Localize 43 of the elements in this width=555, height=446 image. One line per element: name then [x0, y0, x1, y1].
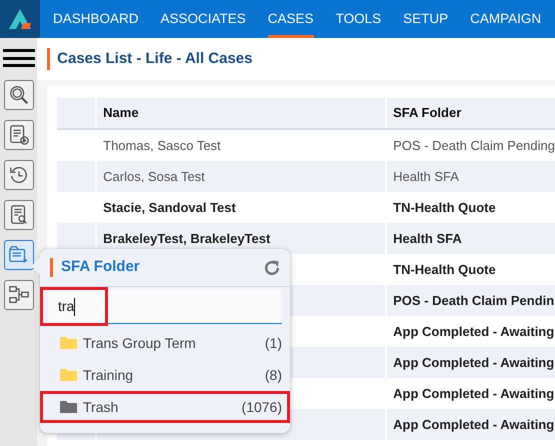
table-row[interactable]: Carlos, Sosa Test Health SFA — [57, 161, 555, 192]
table-cell-text: Carlos, Sosa Test — [103, 168, 205, 186]
folder-icon — [60, 400, 77, 414]
nav-tab[interactable]: DASHBOARD — [53, 0, 139, 38]
column-header: Name — [97, 98, 388, 128]
table-cell-text: App Completed - Awaiting — [393, 322, 554, 341]
document-add-icon — [8, 124, 30, 146]
table-cell-text: Stacie, Sandoval Test — [103, 198, 236, 217]
nav-tab[interactable]: TOOLS — [336, 0, 382, 38]
table-cell-text: BrakeleyTest, BrakeleyTest — [103, 230, 270, 248]
nav-tab[interactable]: SETUP — [403, 0, 448, 38]
table-cell-text: POS - Death Claim Pending — [393, 136, 555, 155]
table-cell-text: Health SFA — [393, 230, 462, 248]
sidebar-button[interactable] — [4, 160, 34, 190]
table-cell-text: TN-Health Quote — [393, 198, 496, 217]
history-icon — [8, 164, 30, 186]
sidebar-button[interactable] — [4, 280, 34, 310]
page-title: Cases List - Life - All Cases — [57, 48, 252, 69]
search-icon — [8, 84, 30, 106]
sidebar-button[interactable] — [4, 200, 34, 230]
column-header: SFA Folder — [392, 104, 462, 122]
refresh-icon[interactable] — [262, 258, 282, 278]
popup-title: SFA Folder — [61, 257, 140, 278]
table-cell-text: App Completed - Awaiting — [393, 354, 554, 372]
logo[interactable] — [0, 0, 40, 38]
sidebar-button[interactable] — [4, 240, 34, 270]
table-cell-text: Thomas, Sasco Test — [103, 136, 221, 155]
search-field[interactable]: tra — [48, 290, 282, 324]
table-cell-text: POS - Death Claim Pendin — [393, 292, 554, 310]
logo-icon — [7, 7, 33, 31]
menu-button[interactable] — [2, 46, 35, 70]
nav-tab[interactable]: CAMPAIGN — [470, 0, 542, 38]
table-cell-text: Health SFA — [393, 168, 459, 186]
table-cell-text: App Completed - Awaiting — [393, 416, 554, 434]
table-row[interactable]: BrakeleyTest, BrakeleyTest Health SFA — [57, 223, 555, 254]
flowchart-icon — [8, 284, 30, 306]
table-cell-text: App Completed - Awaiting — [393, 384, 554, 403]
folder-icon — [60, 368, 77, 382]
sidebar-button[interactable] — [4, 120, 34, 150]
folder-icon — [60, 336, 77, 350]
sidebar-button[interactable] — [4, 80, 34, 110]
nav-tab[interactable]: ASSOCIATES — [160, 0, 246, 38]
table-cell-text: TN-Health Quote — [393, 260, 496, 279]
